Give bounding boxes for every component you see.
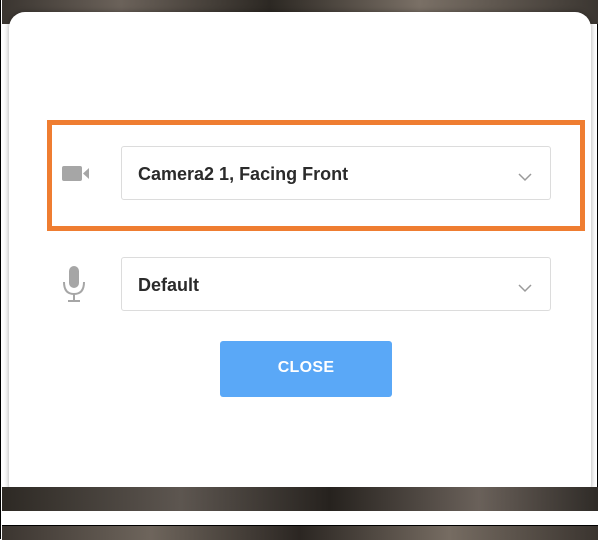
microphone-row: Default xyxy=(56,257,553,313)
camera-select[interactable]: Camera2 1, Facing Front xyxy=(121,146,551,200)
close-button[interactable]: CLOSE xyxy=(220,341,392,397)
chevron-down-icon xyxy=(518,280,532,293)
microphone-select[interactable]: Default xyxy=(121,257,551,311)
chevron-down-icon xyxy=(518,169,532,182)
camera-select-value: Camera2 1, Facing Front xyxy=(138,164,349,184)
microphone-icon xyxy=(56,257,100,313)
video-backdrop-bottom xyxy=(2,487,598,511)
next-panel-backdrop xyxy=(2,525,598,540)
camera-row: Camera2 1, Facing Front xyxy=(56,146,553,202)
video-camera-icon xyxy=(56,146,100,202)
panel-gap xyxy=(2,511,598,525)
close-button-label: CLOSE xyxy=(277,359,335,376)
screenshot-frame: Camera2 1, Facing Front Default CLOSE xyxy=(0,0,598,540)
device-settings-dialog xyxy=(9,12,591,500)
microphone-select-value: Default xyxy=(138,275,200,295)
